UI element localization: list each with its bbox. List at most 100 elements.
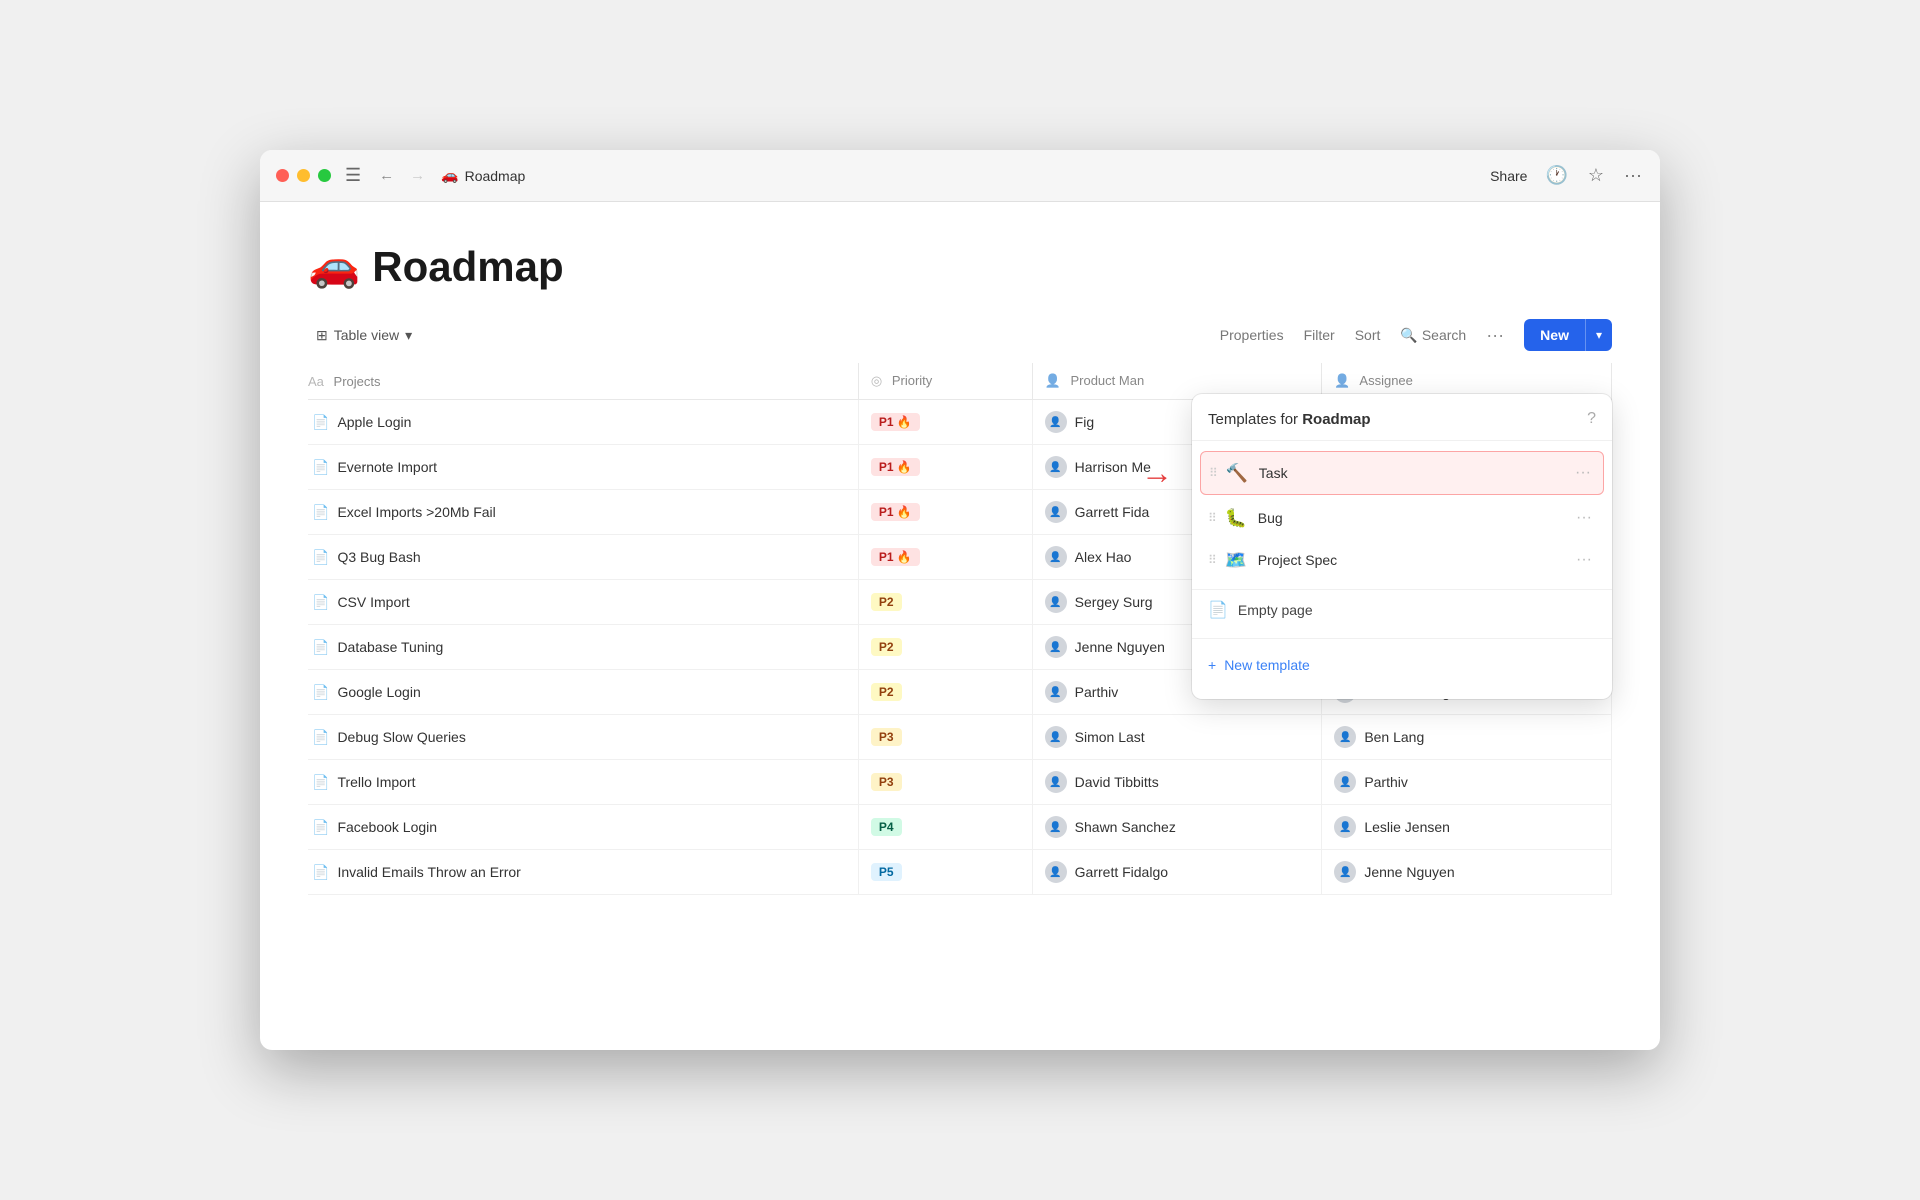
page-title-text: Roadmap — [372, 243, 563, 291]
col-priority-label: Priority — [892, 373, 932, 388]
window-emoji: 🚗 — [441, 167, 458, 184]
row-doc-icon: 📄 — [312, 819, 329, 836]
template-item-task[interactable]: ⠿ 🔨 Task ··· → — [1200, 451, 1604, 495]
table-view-label: Table view — [334, 327, 399, 343]
cell-assignee: 👤Ben Lang — [1322, 715, 1612, 760]
row-doc-icon: 📄 — [312, 639, 329, 656]
project-spec-more-button[interactable]: ··· — [1572, 549, 1596, 571]
avatar: 👤 — [1045, 681, 1067, 703]
main-content: 🚗 Roadmap ⊞ Table view ▾ Properties Filt… — [260, 202, 1660, 1050]
traffic-lights — [276, 169, 331, 182]
row-doc-icon: 📄 — [312, 594, 329, 611]
new-button-chevron[interactable]: ▾ — [1585, 319, 1612, 351]
new-button[interactable]: New — [1524, 319, 1585, 351]
row-doc-icon: 📄 — [312, 549, 329, 566]
cell-project-name: 📄Invalid Emails Throw an Error — [308, 850, 858, 895]
close-button[interactable] — [276, 169, 289, 182]
forward-button[interactable]: → — [406, 165, 429, 186]
cell-product-manager: 👤Garrett Fidalgo — [1032, 850, 1322, 895]
priority-badge: P4 — [871, 818, 902, 836]
toolbar-right: Properties Filter Sort 🔍 Search ··· New … — [1220, 319, 1612, 351]
row-doc-icon: 📄 — [312, 459, 329, 476]
avatar-cell: 👤Ben Lang — [1334, 726, 1599, 748]
template-item-project-spec[interactable]: ⠿ 🗺️ Project Spec ··· — [1192, 539, 1612, 581]
avatar: 👤 — [1045, 726, 1067, 748]
task-more-button[interactable]: ··· — [1571, 462, 1595, 484]
cell-priority: P5 — [858, 850, 1032, 895]
page-emoji: 🚗 — [308, 242, 360, 291]
table-row[interactable]: 📄Debug Slow QueriesP3👤Simon Last👤Ben Lan… — [308, 715, 1612, 760]
priority-badge: P3 — [871, 728, 902, 746]
table-view-icon: ⊞ — [316, 327, 328, 344]
cell-project-name: 📄Excel Imports >20Mb Fail — [308, 490, 858, 535]
more-options-icon[interactable]: ··· — [1622, 163, 1644, 188]
chevron-down-icon: ▾ — [405, 327, 412, 344]
row-doc-icon: 📄 — [312, 504, 329, 521]
avatar: 👤 — [1045, 546, 1067, 568]
priority-badge: P1 🔥 — [871, 503, 920, 521]
dropdown-divider — [1192, 638, 1612, 639]
row-doc-icon: 📄 — [312, 684, 329, 701]
priority-badge: P1 🔥 — [871, 548, 920, 566]
titlebar-actions: Share 🕐 ☆ ··· — [1490, 163, 1644, 188]
table-view-button[interactable]: ⊞ Table view ▾ — [308, 323, 420, 348]
bug-name: Bug — [1258, 510, 1572, 526]
priority-badge: P3 — [871, 773, 902, 791]
toolbar-more-button[interactable]: ··· — [1486, 325, 1504, 346]
properties-button[interactable]: Properties — [1220, 327, 1284, 343]
dropdown-title-prefix: Templates for — [1208, 411, 1298, 428]
avatar-cell: 👤Shawn Sanchez — [1045, 816, 1310, 838]
priority-badge: P2 — [871, 593, 902, 611]
toolbar-left: ⊞ Table view ▾ — [308, 323, 420, 348]
filter-button[interactable]: Filter — [1304, 327, 1335, 343]
history-icon[interactable]: 🕐 — [1543, 163, 1569, 188]
search-icon: 🔍 — [1400, 327, 1417, 344]
cell-priority: P2 — [858, 580, 1032, 625]
cell-priority: P3 — [858, 715, 1032, 760]
empty-page-label: Empty page — [1238, 602, 1313, 618]
star-icon[interactable]: ☆ — [1586, 163, 1606, 188]
help-icon[interactable]: ? — [1587, 410, 1596, 428]
cell-priority: P1 🔥 — [858, 490, 1032, 535]
drag-handle-project-spec: ⠿ — [1208, 553, 1216, 567]
table-row[interactable]: 📄Facebook LoginP4👤Shawn Sanchez👤Leslie J… — [308, 805, 1612, 850]
project-spec-emoji: 🗺️ — [1224, 550, 1248, 571]
sort-button[interactable]: Sort — [1355, 327, 1381, 343]
template-item-bug[interactable]: ⠿ 🐛 Bug ··· — [1192, 497, 1612, 539]
maximize-button[interactable] — [318, 169, 331, 182]
search-button[interactable]: 🔍 Search — [1400, 327, 1466, 344]
cell-project-name: 📄Database Tuning — [308, 625, 858, 670]
priority-col-icon: ◎ — [871, 373, 882, 388]
search-label: Search — [1422, 327, 1466, 343]
drag-handle-task: ⠿ — [1209, 466, 1217, 480]
avatar: 👤 — [1045, 636, 1067, 658]
empty-page-item[interactable]: 📄 Empty page — [1192, 590, 1612, 630]
bug-emoji: 🐛 — [1224, 508, 1248, 529]
cell-project-name: 📄Q3 Bug Bash — [308, 535, 858, 580]
avatar: 👤 — [1045, 861, 1067, 883]
cell-priority: P1 🔥 — [858, 535, 1032, 580]
table-row[interactable]: 📄Invalid Emails Throw an Error P5 👤Garrett… — [308, 850, 1612, 895]
page-title: 🚗 Roadmap — [308, 242, 1612, 291]
table-row[interactable]: 📄Trello ImportP3👤David Tibbitts👤Parthiv — [308, 760, 1612, 805]
cell-project-name: 📄Apple Login — [308, 400, 858, 445]
share-button[interactable]: Share — [1490, 168, 1527, 184]
avatar: 👤 — [1045, 456, 1067, 478]
window-title: 🚗 Roadmap — [441, 167, 1478, 184]
col-header-priority[interactable]: ◎ Priority — [858, 363, 1032, 400]
menu-icon[interactable]: ☰ — [343, 163, 363, 188]
avatar: 👤 — [1045, 501, 1067, 523]
new-template-button[interactable]: + New template — [1192, 647, 1612, 683]
back-button[interactable]: ← — [375, 165, 398, 186]
drag-handle-bug: ⠿ — [1208, 511, 1216, 525]
priority-badge: P1 🔥 — [871, 413, 920, 431]
row-doc-icon: 📄 — [312, 864, 329, 881]
bug-more-button[interactable]: ··· — [1572, 507, 1596, 529]
minimize-button[interactable] — [297, 169, 310, 182]
project-spec-name: Project Spec — [1258, 552, 1572, 568]
priority-badge: P5 — [871, 863, 902, 881]
col-header-projects[interactable]: Aa Projects — [308, 363, 858, 400]
priority-badge: P2 — [871, 683, 902, 701]
avatar: 👤 — [1045, 411, 1067, 433]
nav-buttons: ← → — [375, 165, 429, 186]
